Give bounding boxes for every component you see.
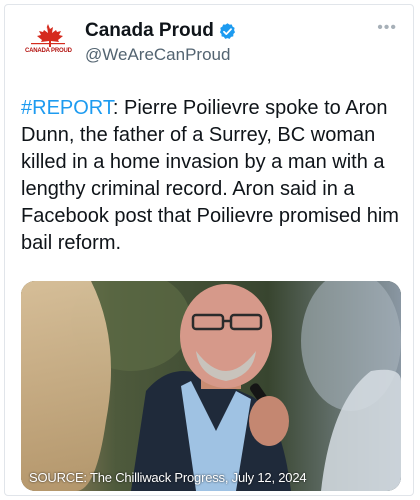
maple-leaf-logo (31, 24, 65, 47)
media-caption: SOURCE: The Chilliwack Progress, July 12… (29, 470, 307, 485)
tweet-body: : Pierre Poilievre spoke to Aron Dunn, t… (21, 97, 399, 254)
tweet-card[interactable]: CANADA PROUD Canada Proud @WeAreCanProud… (4, 4, 414, 496)
hashtag-link[interactable]: #REPORT (21, 97, 113, 119)
account-handle[interactable]: @WeAreCanProud (85, 45, 230, 65)
tweet-media-image[interactable]: SOURCE: The Chilliwack Progress, July 12… (21, 281, 401, 491)
verified-badge-icon (219, 22, 235, 39)
tweet-text: #REPORT: Pierre Poilievre spoke to Aron … (21, 95, 401, 257)
tweet-header: CANADA PROUD Canada Proud @WeAreCanProud… (5, 5, 413, 75)
display-name[interactable]: Canada Proud (85, 20, 214, 42)
avatar[interactable]: CANADA PROUD (25, 23, 72, 63)
more-options-icon[interactable]: ••• (377, 19, 397, 37)
photo-man-speaking (21, 281, 401, 491)
name-row: Canada Proud (85, 20, 237, 42)
avatar-label: CANADA PROUD (25, 48, 72, 54)
